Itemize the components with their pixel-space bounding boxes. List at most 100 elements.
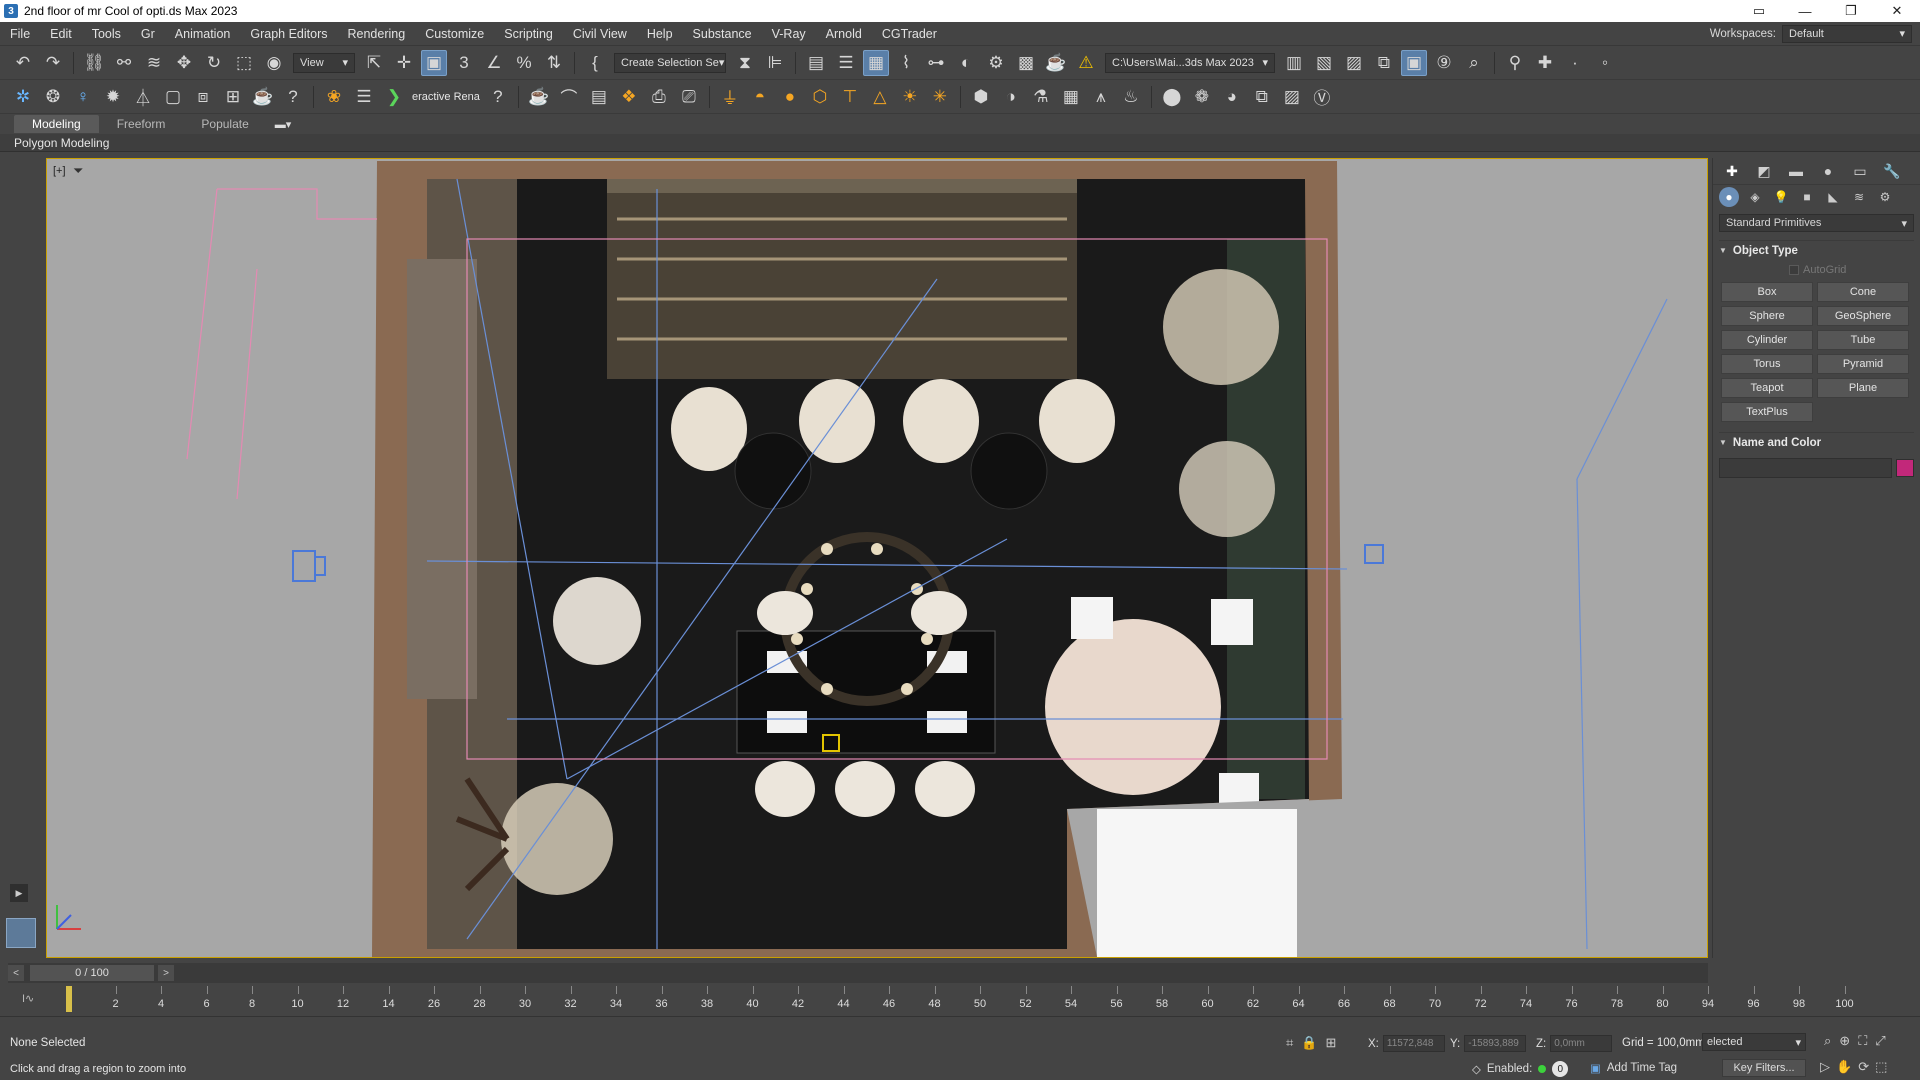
lightbulb-icon[interactable]: ♀: [70, 84, 96, 110]
lights-icon[interactable]: 💡: [1771, 187, 1791, 207]
cone-button[interactable]: Cone: [1817, 282, 1909, 302]
help-icon[interactable]: ?: [280, 84, 306, 110]
time-slider[interactable]: < 0 / 100 >: [8, 963, 1708, 983]
redo-icon[interactable]: ↷: [40, 50, 66, 76]
arnold-camera-icon[interactable]: ⎙: [646, 84, 672, 110]
select-object-icon[interactable]: ⇱: [361, 50, 387, 76]
select-place-icon[interactable]: ◉: [261, 50, 287, 76]
warning-icon[interactable]: ⚠: [1073, 50, 1099, 76]
rendered-frame-icon[interactable]: ▩: [1013, 50, 1039, 76]
shapes-icon[interactable]: ◈: [1745, 187, 1765, 207]
snaps-toggle-icon[interactable]: 3: [451, 50, 477, 76]
arnold-ipr-icon[interactable]: ⌒: [556, 84, 582, 110]
select-scale-icon[interactable]: ⬚: [231, 50, 257, 76]
add-time-tag[interactable]: ▣ Add Time Tag: [1590, 1061, 1677, 1075]
box-button[interactable]: Box: [1721, 282, 1813, 302]
project-open-icon[interactable]: ▧: [1311, 50, 1337, 76]
primitive-category-select[interactable]: Standard Primitives ▾: [1719, 214, 1914, 232]
link-icon[interactable]: ⛓: [81, 50, 107, 76]
align-icon[interactable]: ⊫: [762, 50, 788, 76]
render-production-icon[interactable]: ☕: [1043, 50, 1069, 76]
systems-icon[interactable]: ⚙: [1875, 187, 1895, 207]
search-icon[interactable]: ⌕: [1461, 50, 1487, 76]
modify-tab-icon[interactable]: ◩: [1751, 160, 1777, 182]
arnold-teapot-icon[interactable]: ☕: [526, 84, 552, 110]
vray-light-icon[interactable]: ✲: [10, 84, 36, 110]
viewport-perspective[interactable]: [+] ⏷: [46, 158, 1708, 958]
maximize-viewport-icon[interactable]: ⬚: [1875, 1059, 1887, 1075]
menu-group[interactable]: Gr: [131, 27, 165, 41]
geosphere-button[interactable]: GeoSphere: [1817, 306, 1909, 326]
create-tab-icon[interactable]: ✚: [1719, 160, 1745, 182]
palette-icon[interactable]: ❁: [1189, 84, 1215, 110]
transform-mode-icon[interactable]: ⊞: [1326, 1035, 1337, 1051]
material-ball-icon[interactable]: ◑: [998, 84, 1024, 110]
time-cursor[interactable]: [66, 986, 72, 1012]
bind-space-warp-icon[interactable]: ≋: [141, 50, 167, 76]
edit-named-selection-icon[interactable]: {: [582, 50, 608, 76]
vfb-icon[interactable]: ⧈: [190, 84, 216, 110]
zoom-all-icon[interactable]: ⊕: [1839, 1033, 1850, 1049]
autosave-icon[interactable]: ▣: [1401, 49, 1427, 76]
dome-light-icon[interactable]: ✹: [100, 84, 126, 110]
tab-populate[interactable]: Populate: [183, 115, 266, 133]
name-and-color-rollout[interactable]: ▼ Name and Color: [1719, 432, 1914, 452]
zoom-extents-icon[interactable]: ⛶: [1858, 1033, 1867, 1049]
teapot-icon[interactable]: ☕: [250, 84, 276, 110]
cube-icon[interactable]: ⬢: [968, 84, 994, 110]
render-help-icon[interactable]: ?: [485, 84, 511, 110]
next-frame-icon[interactable]: >: [158, 965, 174, 981]
motion-tab-icon[interactable]: ●: [1815, 160, 1841, 182]
arnold-archive-icon[interactable]: ▤: [586, 84, 612, 110]
polygon-modeling-label[interactable]: Polygon Modeling: [14, 136, 109, 150]
render-setup-icon[interactable]: ⚙: [983, 50, 1009, 76]
geometry-icon[interactable]: ●: [1719, 186, 1739, 207]
isolate-icon[interactable]: ⌗: [1286, 1035, 1293, 1051]
select-manipulate-icon[interactable]: ▣: [421, 49, 447, 76]
workspaces-select[interactable]: Default ▾: [1782, 24, 1912, 43]
space-warps-icon[interactable]: ≋: [1849, 187, 1869, 207]
project-folder-icon[interactable]: ▥: [1281, 50, 1307, 76]
material-editor-icon[interactable]: ◐: [953, 50, 979, 76]
zoom-extents-all-icon[interactable]: ⤢: [1875, 1033, 1885, 1049]
reference-coordinate-dropdown[interactable]: View ▾: [293, 52, 355, 73]
enabled-count[interactable]: 0: [1552, 1061, 1569, 1077]
grid-object-icon[interactable]: ▦: [1058, 84, 1084, 110]
interactive-render-icon[interactable]: ❯: [381, 84, 407, 110]
sphere-button[interactable]: Sphere: [1721, 306, 1813, 326]
script-listener-icon[interactable]: ◇: [1472, 1062, 1481, 1076]
select-rotate-icon[interactable]: ↻: [201, 50, 227, 76]
close-button[interactable]: ✕: [1874, 0, 1920, 22]
selected-dropdown[interactable]: elected ▾: [1702, 1033, 1806, 1051]
display-tab-icon[interactable]: ▭: [1847, 160, 1873, 182]
move-icon[interactable]: ✛: [391, 50, 417, 76]
select-move-icon[interactable]: ✥: [171, 50, 197, 76]
spot-light-icon[interactable]: ⏚: [717, 84, 743, 110]
arnold-light-icon[interactable]: ❖: [616, 84, 642, 110]
sphere-light-icon[interactable]: ●: [777, 84, 803, 110]
project-save-icon[interactable]: ▨: [1341, 50, 1367, 76]
fur-icon[interactable]: ❀: [321, 84, 347, 110]
menu-edit[interactable]: Edit: [40, 27, 82, 41]
object-color-swatch[interactable]: [1896, 459, 1914, 477]
menu-rendering[interactable]: Rendering: [338, 27, 416, 41]
vray-camera-icon[interactable]: ▢: [160, 84, 186, 110]
cylinder-button[interactable]: Cylinder: [1721, 330, 1813, 350]
plane-button[interactable]: Plane: [1817, 378, 1909, 398]
track-rail[interactable]: 2 4 6 8 10 12 14 26 28 30 32 34 36 38 40 42 44 46 48 50 52 54…: [62, 986, 1872, 1016]
autogrid-checkbox[interactable]: AutoGrid: [1789, 264, 1920, 276]
x-value[interactable]: 11572,848: [1382, 1035, 1445, 1052]
counter-icon[interactable]: ⑨: [1431, 50, 1457, 76]
tab-freeform[interactable]: Freeform: [99, 115, 184, 133]
menu-civil-view[interactable]: Civil View: [563, 27, 637, 41]
field-of-view-icon[interactable]: ▷: [1820, 1059, 1830, 1075]
lock-icon[interactable]: 🔒: [1301, 1035, 1317, 1051]
tube-button[interactable]: Tube: [1817, 330, 1909, 350]
utilities-tab-icon[interactable]: 🔧: [1879, 160, 1905, 182]
flask-icon[interactable]: ⚗: [1028, 84, 1054, 110]
menu-vray[interactable]: V-Ray: [762, 27, 816, 41]
project-path-dropdown[interactable]: C:\Users\Mai...3ds Max 2023 ▾: [1105, 52, 1275, 73]
pyramid-button[interactable]: Pyramid: [1817, 354, 1909, 374]
color-picker-icon[interactable]: ◕: [1219, 84, 1245, 110]
interactive-render-label[interactable]: eractive Rena: [412, 91, 480, 103]
